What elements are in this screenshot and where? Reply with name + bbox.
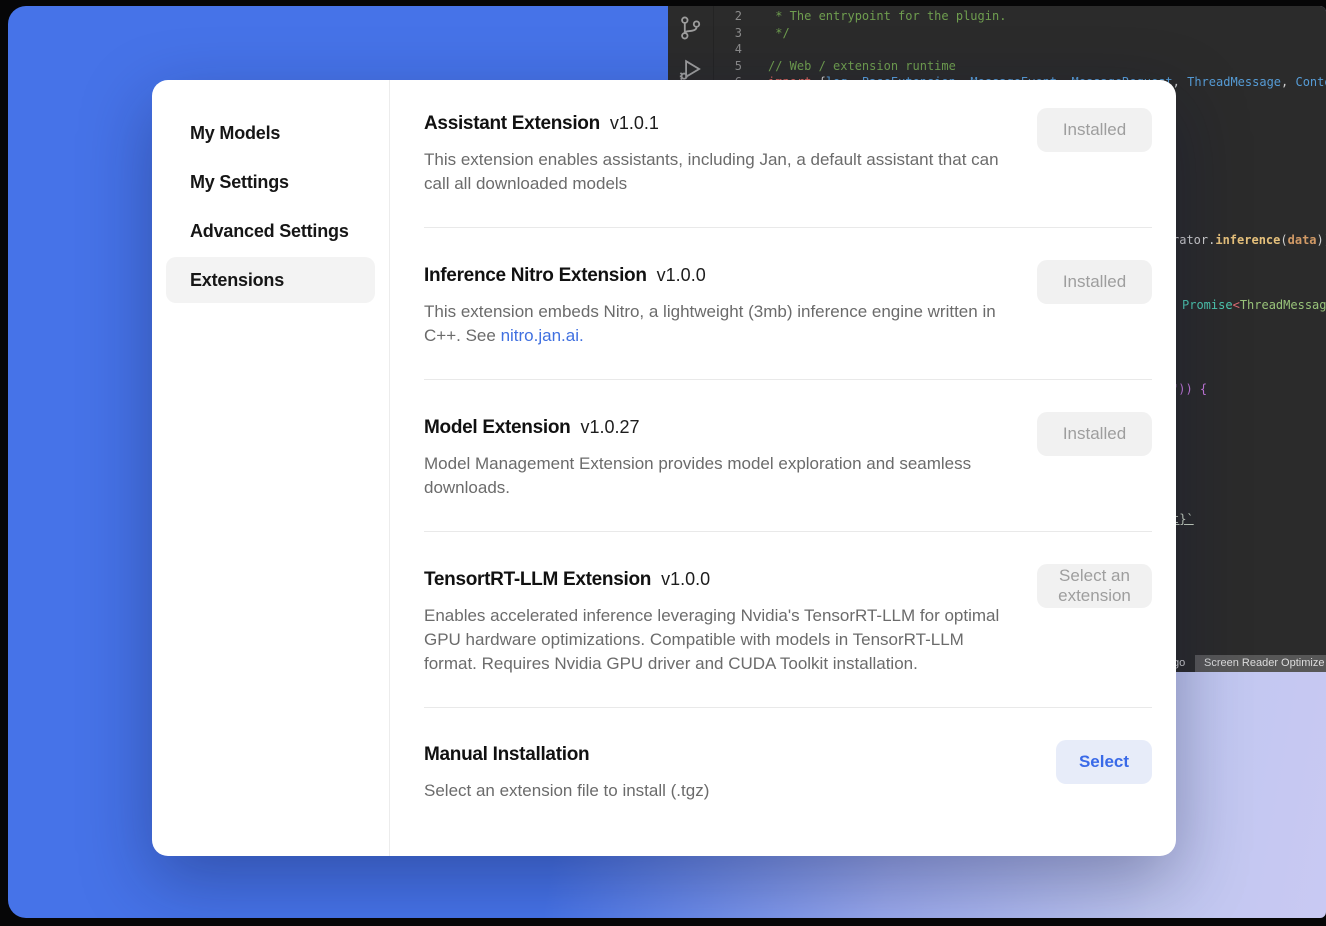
extension-entry-text: Inference Nitro Extension v1.0.0 This exte…: [424, 262, 1012, 348]
entry-separator: [424, 379, 1152, 380]
installed-button[interactable]: Installed: [1037, 412, 1152, 456]
sidebar-item-my-models[interactable]: My Models: [166, 110, 375, 156]
extension-version: v1.0.0: [657, 265, 706, 285]
code-line: 5 // Web / extension runtime: [714, 58, 1326, 75]
code-line: 2 * The entrypoint for the plugin.: [714, 8, 1326, 25]
sidebar-item-label: My Models: [190, 123, 280, 144]
installed-button[interactable]: Installed: [1037, 108, 1152, 152]
extension-title-row: Manual Installation: [424, 742, 1012, 769]
entry-separator: [424, 227, 1152, 228]
code-line: 3 */: [714, 25, 1326, 42]
extension-entry-text: Manual Installation Select an extension f…: [424, 742, 1012, 803]
code-text: */: [768, 25, 790, 42]
extension-description: Select an extension file to install (.tg…: [424, 779, 1012, 803]
extension-title-row: Inference Nitro Extension v1.0.0: [424, 262, 1012, 290]
code-token: ContentType: [1295, 75, 1326, 89]
extension-title-row: TensortRT-LLM Extension v1.0.0: [424, 566, 1012, 594]
settings-modal: My Models My Settings Advanced Settings Ext…: [152, 80, 1176, 856]
code-token: * The entrypoint for the plugin.: [768, 9, 1006, 23]
status-bar-screen-reader-item[interactable]: Screen Reader Optimize: [1195, 655, 1326, 672]
app-window: 2 * The entrypoint for the plugin.3 */45…: [8, 6, 1326, 918]
extension-link[interactable]: nitro.jan.ai.: [501, 326, 584, 345]
extension-version: v1.0.0: [661, 569, 710, 589]
extensions-list: Assistant Extension v1.0.1 This extension …: [390, 80, 1176, 856]
sidebar-item-label: My Settings: [190, 172, 289, 193]
code-line: 4: [714, 41, 1326, 58]
extension-description-text: Enables accelerated inference leveraging…: [424, 606, 999, 673]
extension-entry: Manual Installation Select an extension f…: [424, 742, 1152, 803]
installed-button[interactable]: Select an extension: [1037, 564, 1152, 608]
extension-entry: Inference Nitro Extension v1.0.0 This exte…: [424, 262, 1152, 348]
extension-title: Inference Nitro Extension: [424, 265, 647, 286]
line-number: 2: [714, 8, 742, 25]
code-lines: 2 * The entrypoint for the plugin.3 */45…: [714, 8, 1326, 91]
extension-title: Assistant Extension: [424, 113, 600, 134]
sidebar-item-advanced-settings[interactable]: Advanced Settings: [166, 208, 375, 254]
line-number: 4: [714, 41, 742, 58]
extension-version: v1.0.1: [610, 113, 659, 133]
code-text: * The entrypoint for the plugin.: [768, 8, 1006, 25]
sidebar-item-my-settings[interactable]: My Settings: [166, 159, 375, 205]
line-number: 3: [714, 25, 742, 42]
extension-entry: TensortRT-LLM Extension v1.0.0 Enables acc…: [424, 566, 1152, 676]
extension-description-text: This extension enables assistants, inclu…: [424, 150, 999, 193]
extension-description-text: Select an extension file to install (.tg…: [424, 781, 709, 800]
extension-title: Manual Installation: [424, 744, 589, 765]
extension-entry-text: Model Extension v1.0.27 Model Management E…: [424, 414, 1012, 500]
code-text: // Web / extension runtime: [768, 58, 956, 75]
extension-description: Enables accelerated inference leveraging…: [424, 604, 1012, 676]
entry-separator: [424, 707, 1152, 708]
source-control-icon[interactable]: [677, 15, 703, 44]
sidebar-item-extensions[interactable]: Extensions: [166, 257, 375, 303]
extension-entry-text: Assistant Extension v1.0.1 This extension …: [424, 110, 1012, 196]
extension-title: Model Extension: [424, 417, 570, 438]
settings-sidebar: My Models My Settings Advanced Settings Ext…: [152, 80, 390, 856]
extension-description: This extension embeds Nitro, a lightweig…: [424, 300, 1012, 348]
extension-description: This extension enables assistants, inclu…: [424, 148, 1012, 196]
code-token: // Web / extension runtime: [768, 59, 956, 73]
line-number: 5: [714, 58, 742, 75]
code-token: ,: [1281, 75, 1295, 89]
sidebar-item-label: Advanced Settings: [190, 221, 349, 242]
code-token: */: [768, 26, 790, 40]
extension-title: TensortRT-LLM Extension: [424, 569, 651, 590]
code-token: ,: [1173, 75, 1187, 89]
sidebar-item-label: Extensions: [190, 270, 284, 291]
extension-entry: Model Extension v1.0.27 Model Management E…: [424, 414, 1152, 500]
extension-title-row: Model Extension v1.0.27: [424, 414, 1012, 442]
code-token: ThreadMessage: [1187, 75, 1281, 89]
extension-description-text: Model Management Extension provides mode…: [424, 454, 971, 497]
extension-title-row: Assistant Extension v1.0.1: [424, 110, 1012, 138]
select-button[interactable]: Select: [1056, 740, 1152, 784]
installed-button[interactable]: Installed: [1037, 260, 1152, 304]
extension-entry-text: TensortRT-LLM Extension v1.0.0 Enables acc…: [424, 566, 1012, 676]
entry-separator: [424, 531, 1152, 532]
extension-version: v1.0.27: [580, 417, 639, 437]
extension-entry: Assistant Extension v1.0.1 This extension …: [424, 110, 1152, 196]
extension-description: Model Management Extension provides mode…: [424, 452, 1012, 500]
